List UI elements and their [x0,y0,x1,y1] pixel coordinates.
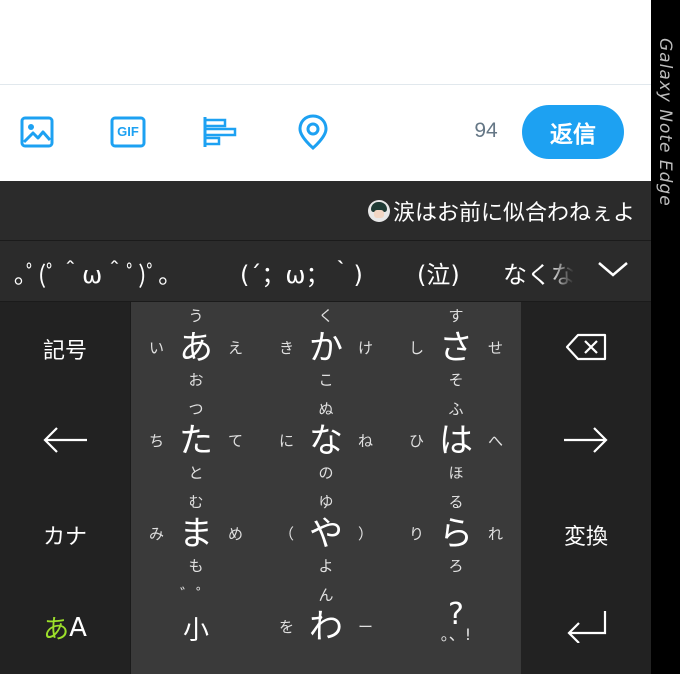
expand-candidates-button[interactable] [574,241,651,301]
gif-label: GIF [117,124,139,139]
input-mode-key[interactable]: あ A [0,581,130,674]
kana-key-na[interactable]: ぬ に な ね の [261,395,391,488]
flick-right: て [227,432,243,450]
kana-key-ta[interactable]: つ ち た て と [131,395,261,488]
convert-key-label: 変換 [563,524,608,550]
flick-down: ろ [448,557,464,575]
arrow-right-icon [562,426,610,458]
reply-button[interactable]: 返信 [522,105,624,159]
flick-up: ゆ [318,493,334,511]
kana-key-sa[interactable]: す し さ せ そ [391,302,521,395]
katakana-key-label: カナ [42,524,87,550]
cursor-right-key[interactable] [521,395,651,488]
flick-right: せ [487,339,503,357]
kana-key-ha[interactable]: ふ ひ は へ ほ [391,395,521,488]
flick-down: こ [318,371,334,389]
candidate-item[interactable]: (´；ω；｀) [240,255,363,290]
image-icon[interactable] [17,112,57,152]
flick-down: 。、! [440,625,472,644]
flick-down: の [318,464,334,482]
flick-up: う [188,307,204,325]
prediction-bar: 涙はお前に似合わねぇよ [0,181,651,241]
candidate-row: ｡ﾟ(ﾟ＾ω＾ﾟ)ﾟ｡ (´；ω；｀) (泣) なくな [0,241,651,301]
symbols-key-label: 記号 [42,338,87,364]
location-icon[interactable] [293,112,333,152]
enter-key[interactable] [521,581,651,674]
flick-up: ぬ [318,400,334,418]
reply-text-area[interactable] [0,0,651,85]
katakana-key[interactable]: カナ [0,488,130,581]
prediction-suggestion[interactable]: 涙はお前に似合わねぇよ [367,193,635,229]
kana-key-ya[interactable]: ゆ （ や ） よ [261,488,391,581]
arrow-left-icon [41,426,89,458]
flick-right: め [227,525,243,543]
flick-right: ー [357,618,373,636]
flick-right: え [227,339,243,357]
candidate-item[interactable]: ｡ﾟ(ﾟ＾ω＾ﾟ)ﾟ｡ [14,255,170,290]
flick-up: つ [188,400,204,418]
compose-toolbar: GIF 94 返信 [0,86,651,181]
flick-right: ね [357,432,373,450]
backspace-icon [564,332,608,366]
flick-up: む [188,493,204,511]
flick-up: す [448,307,464,325]
kana-key-ka[interactable]: く き か け こ [261,302,391,395]
gif-icon[interactable]: GIF [108,112,148,152]
convert-key[interactable]: 変換 [521,488,651,581]
twitter-reply-screen: GIF 94 返信 涙はお前に似合わねぇよ ｡ﾟ(ﾟ＾ω＾ﾟ)ﾟ｡ (´；ω；｀… [0,0,651,674]
flick-down: と [188,464,204,482]
mode-hiragana-label: あ [43,615,70,645]
kana-key-ra[interactable]: る り ら れ ろ [391,488,521,581]
prediction-text: 涙はお前に似合わねぇよ [392,201,635,226]
cursor-left-key[interactable] [0,395,130,488]
flick-down: も [188,557,204,575]
chevron-down-icon [596,260,630,282]
flick-up: る [448,493,464,511]
kana-key-a[interactable]: う い あ え お [131,302,261,395]
symbols-key[interactable]: 記号 [0,302,130,395]
flick-right: へ [487,432,503,450]
edge-panel-label: Galaxy Note Edge [651,38,680,238]
edge-panel-text: Galaxy Note Edge [654,38,675,207]
flick-right: け [357,339,373,357]
avatar [367,200,390,222]
enter-icon [563,609,609,647]
flick-down: ほ [448,464,464,482]
character-counter: 94 [474,119,498,142]
flick-up: ん [318,586,334,604]
japanese-keyboard: 涙はお前に似合わねぇよ ｡ﾟ(ﾟ＾ω＾ﾟ)ﾟ｡ (´；ω；｀) (泣) なくな … [0,181,651,674]
kana-key-ma[interactable]: む み ま め も [131,488,261,581]
candidate-item[interactable]: (泣) [417,255,460,290]
flick-center: 小 [182,616,209,646]
poll-icon[interactable] [200,112,240,152]
flick-down: お [188,371,204,389]
flick-up: ふ [448,400,464,418]
small-dakuten-key[interactable]: ゛゜ 小 [131,581,261,674]
backspace-key[interactable] [521,302,651,395]
flick-down: そ [448,371,464,389]
edge-panel: Galaxy Note Edge [651,0,680,674]
punctuation-key[interactable]: ? 。、! [391,581,521,674]
flick-up: く [318,307,334,325]
flick-right: れ [487,525,503,543]
flick-right: ） [357,525,373,543]
flick-up: ゛゜ [179,585,212,604]
candidate-fade [548,241,574,301]
mode-alpha-label: A [69,612,87,643]
flick-down: よ [318,557,334,575]
kana-key-wa[interactable]: ん を わ ー [261,581,391,674]
